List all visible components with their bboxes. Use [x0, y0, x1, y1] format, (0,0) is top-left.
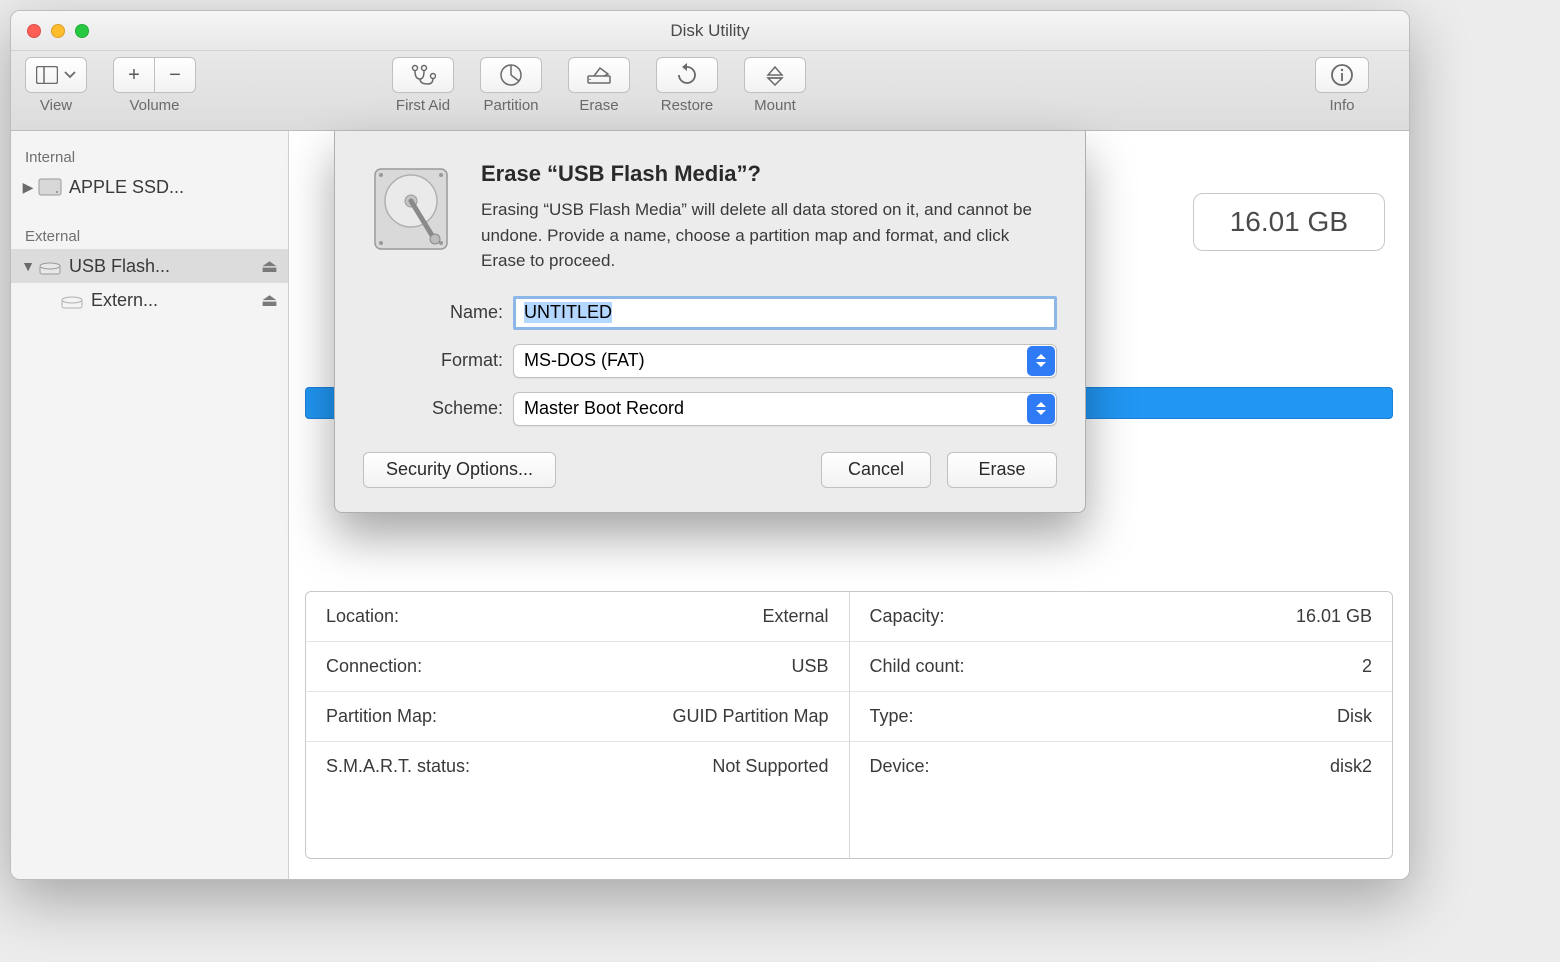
- chevron-updown-icon: [1027, 394, 1055, 424]
- details-table: Location:External Connection:USB Partiti…: [305, 591, 1393, 859]
- mount-button[interactable]: [744, 57, 806, 93]
- info-button[interactable]: [1315, 57, 1369, 93]
- scheme-select[interactable]: Master Boot Record: [513, 392, 1057, 426]
- remove-volume-button[interactable]: −: [154, 57, 196, 93]
- first-aid-group: First Aid: [392, 57, 454, 114]
- sidebar-icon: [36, 66, 58, 84]
- security-options-button[interactable]: Security Options...: [363, 452, 556, 488]
- disk-utility-window: Disk Utility View + − Volume: [10, 10, 1410, 880]
- erase-confirm-button[interactable]: Erase: [947, 452, 1057, 488]
- external-disk-icon: [37, 255, 63, 277]
- name-input[interactable]: [513, 296, 1057, 330]
- sidebar-item-usb-flash[interactable]: ▼ USB Flash... ⏏: [11, 249, 288, 283]
- stethoscope-icon: [410, 64, 436, 86]
- erase-button[interactable]: [568, 57, 630, 93]
- toolbar: View + − Volume First Aid Partition: [11, 51, 1409, 131]
- sidebar-item-label: USB Flash...: [69, 256, 170, 277]
- restore-group: Restore: [656, 57, 718, 114]
- window-title: Disk Utility: [11, 21, 1409, 41]
- restore-label: Restore: [661, 97, 714, 114]
- restore-icon: [675, 63, 699, 87]
- info-group: Info: [1315, 57, 1369, 114]
- cancel-button[interactable]: Cancel: [821, 452, 931, 488]
- detail-row-device: Device:disk2: [850, 741, 1393, 791]
- name-label: Name:: [363, 302, 513, 323]
- format-select[interactable]: MS-DOS (FAT): [513, 344, 1057, 378]
- sidebar-item-label: Extern...: [91, 290, 158, 311]
- minus-icon: −: [169, 64, 181, 87]
- mount-label: Mount: [754, 97, 796, 114]
- partition-label: Partition: [483, 97, 538, 114]
- detail-row-child-count: Child count:2: [850, 641, 1393, 691]
- pie-icon: [499, 63, 523, 87]
- sheet-title: Erase “USB Flash Media”?: [481, 161, 1057, 187]
- detail-row-capacity: Capacity:16.01 GB: [850, 592, 1393, 641]
- add-volume-button[interactable]: +: [113, 57, 155, 93]
- info-icon: [1330, 63, 1354, 87]
- sidebar-item-label: APPLE SSD...: [69, 177, 184, 198]
- detail-row-connection: Connection:USB: [306, 641, 849, 691]
- disclosure-triangle-icon[interactable]: ▼: [21, 258, 35, 274]
- details-left-column: Location:External Connection:USB Partiti…: [306, 592, 849, 858]
- capacity-badge: 16.01 GB: [1193, 193, 1385, 251]
- sidebar-header-internal: Internal: [11, 141, 288, 170]
- internal-disk-icon: [37, 176, 63, 198]
- sidebar-item-internal-ssd[interactable]: ▶ APPLE SSD...: [11, 170, 288, 204]
- info-label: Info: [1329, 97, 1354, 114]
- details-right-column: Capacity:16.01 GB Child count:2 Type:Dis…: [849, 592, 1393, 858]
- sheet-description: Erasing “USB Flash Media” will delete al…: [481, 197, 1057, 274]
- erase-group: Erase: [568, 57, 630, 114]
- detail-row-smart: S.M.A.R.T. status:Not Supported: [306, 741, 849, 791]
- detail-row-type: Type:Disk: [850, 691, 1393, 741]
- erase-label: Erase: [579, 97, 618, 114]
- partition-button[interactable]: [480, 57, 542, 93]
- sidebar: Internal ▶ APPLE SSD... External ▼ USB F…: [11, 131, 289, 879]
- erase-sheet-dialog: Erase “USB Flash Media”? Erasing “USB Fl…: [334, 131, 1086, 513]
- partition-group: Partition: [480, 57, 542, 114]
- mount-group: Mount: [744, 57, 806, 114]
- volume-group: + − Volume: [113, 57, 196, 114]
- view-button[interactable]: [25, 57, 87, 93]
- volume-label: Volume: [129, 97, 179, 114]
- chevron-updown-icon: [1027, 346, 1055, 376]
- chevron-down-icon: [64, 71, 76, 79]
- eject-icon[interactable]: ⏏: [261, 256, 278, 277]
- first-aid-button[interactable]: [392, 57, 454, 93]
- erase-icon: [586, 64, 612, 86]
- detail-row-partition-map: Partition Map:GUID Partition Map: [306, 691, 849, 741]
- sidebar-item-external-volume[interactable]: Extern... ⏏: [11, 283, 288, 317]
- hard-drive-icon: [363, 161, 459, 257]
- titlebar: Disk Utility: [11, 11, 1409, 51]
- scheme-label: Scheme:: [363, 398, 513, 419]
- external-volume-icon: [59, 289, 85, 311]
- disclosure-triangle-icon[interactable]: ▶: [21, 179, 35, 196]
- detail-row-location: Location:External: [306, 592, 849, 641]
- first-aid-label: First Aid: [396, 97, 450, 114]
- view-group: View: [25, 57, 87, 114]
- view-label: View: [40, 97, 72, 114]
- sidebar-header-external: External: [11, 220, 288, 249]
- format-label: Format:: [363, 350, 513, 371]
- restore-button[interactable]: [656, 57, 718, 93]
- mount-icon: [764, 64, 786, 86]
- eject-icon[interactable]: ⏏: [261, 290, 278, 311]
- plus-icon: +: [128, 64, 140, 87]
